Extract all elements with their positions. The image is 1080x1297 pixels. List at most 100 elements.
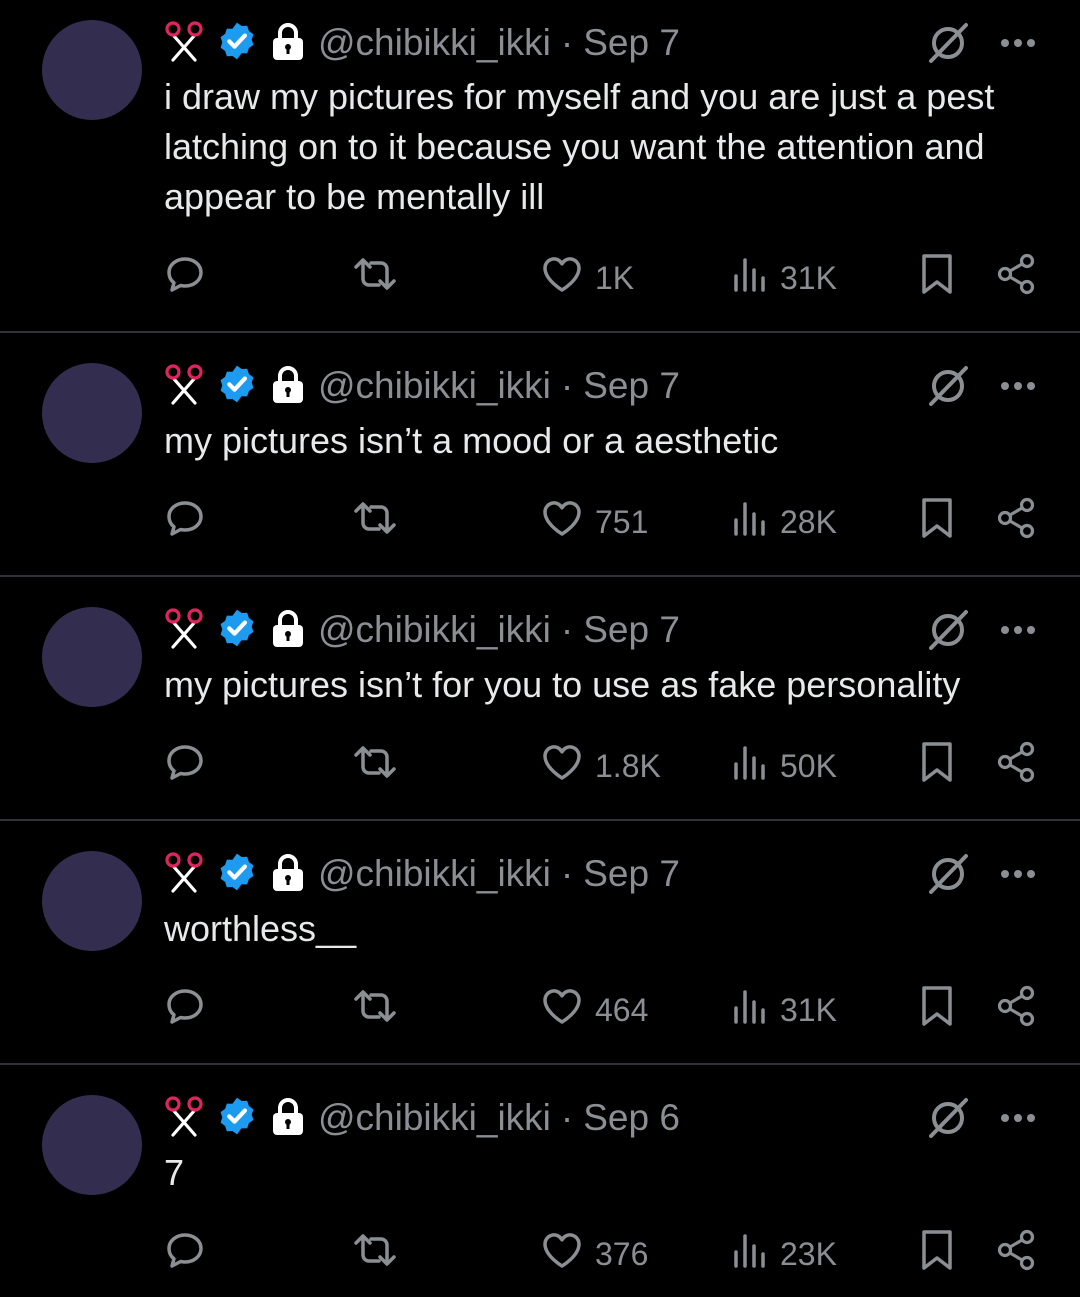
verified-badge-icon[interactable]	[216, 851, 258, 898]
tweet[interactable]: @chibikki_ikki · Sep 7 my pictures isn’t…	[0, 577, 1080, 821]
tweet[interactable]: @chibikki_ikki · Sep 7 worthless__ 464 3…	[0, 821, 1080, 1065]
tweet[interactable]: @chibikki_ikki · Sep 6 7 376 23K	[0, 1065, 1080, 1297]
retweet-button[interactable]	[352, 253, 398, 303]
views-button[interactable]: 31K	[732, 253, 837, 303]
retweet-icon	[352, 253, 398, 303]
bookmark-button[interactable]	[919, 497, 955, 547]
separator: ·	[560, 609, 574, 650]
verified-badge-icon[interactable]	[216, 363, 258, 410]
tweet-date[interactable]: Sep 6	[583, 1097, 680, 1139]
more-icon[interactable]	[1000, 867, 1036, 885]
like-button[interactable]: 1K	[541, 253, 634, 303]
bookmark-button[interactable]	[919, 741, 955, 791]
lock-icon	[270, 364, 306, 409]
avatar[interactable]	[42, 363, 142, 463]
action-bar: 1.8K 50K	[0, 741, 1080, 791]
tweet-date[interactable]: Sep 7	[583, 22, 680, 64]
views-count: 50K	[780, 747, 837, 784]
verified-badge-icon[interactable]	[216, 1095, 258, 1142]
bookmark-icon	[919, 984, 955, 1036]
verified-badge-icon[interactable]	[216, 20, 258, 67]
tweet-text: 7	[164, 1152, 185, 1193]
more-icon[interactable]	[1000, 36, 1036, 54]
like-icon	[541, 254, 583, 302]
action-bar: 376 23K	[0, 1229, 1080, 1279]
like-count: 464	[595, 991, 649, 1028]
tweet-date[interactable]: Sep 7	[583, 609, 680, 651]
tweet[interactable]: @chibikki_ikki · Sep 7 my pictures isn’t…	[0, 333, 1080, 577]
action-bar: 464 31K	[0, 985, 1080, 1035]
action-bar: 1K 31K	[0, 253, 1080, 303]
like-count: 1.8K	[595, 747, 661, 784]
views-icon	[732, 254, 768, 302]
avatar[interactable]	[42, 851, 142, 951]
reply-icon	[164, 497, 206, 547]
bookmark-icon	[919, 740, 955, 792]
verified-badge-icon[interactable]	[216, 607, 258, 654]
reply-button[interactable]	[164, 497, 206, 547]
share-button[interactable]	[996, 253, 1036, 303]
share-icon	[996, 985, 1036, 1035]
bookmark-icon	[919, 252, 955, 304]
tweet[interactable]: @chibikki_ikki · Sep 7 i draw my picture…	[0, 0, 1080, 333]
more-icon[interactable]	[1000, 379, 1036, 397]
scissors-icon	[164, 19, 204, 68]
avatar[interactable]	[42, 607, 142, 707]
views-button[interactable]: 23K	[732, 1229, 837, 1279]
avatar[interactable]	[42, 20, 142, 120]
tweet-date[interactable]: Sep 7	[583, 853, 680, 895]
header-actions	[926, 20, 1036, 70]
share-button[interactable]	[996, 741, 1036, 791]
share-button[interactable]	[996, 985, 1036, 1035]
like-button[interactable]: 376	[541, 1229, 648, 1279]
tweet-text: i draw my pictures for myself and you ar…	[164, 76, 995, 217]
views-button[interactable]: 31K	[732, 985, 837, 1035]
more-icon[interactable]	[1000, 1111, 1036, 1129]
like-button[interactable]: 464	[541, 985, 648, 1035]
tweet-text: my pictures isn’t a mood or a aesthetic	[164, 420, 779, 461]
avatar[interactable]	[42, 1095, 142, 1195]
bookmark-icon	[919, 1228, 955, 1280]
reply-button[interactable]	[164, 1229, 206, 1279]
grok-icon[interactable]	[926, 608, 970, 657]
retweet-button[interactable]	[352, 741, 398, 791]
grok-icon[interactable]	[926, 852, 970, 901]
like-button[interactable]: 751	[541, 497, 648, 547]
tweet-header: @chibikki_ikki · Sep 7	[164, 605, 680, 655]
bookmark-button[interactable]	[919, 253, 955, 303]
share-button[interactable]	[996, 497, 1036, 547]
author-handle[interactable]: @chibikki_ikki	[318, 365, 551, 407]
retweet-button[interactable]	[352, 1229, 398, 1279]
author-handle[interactable]: @chibikki_ikki	[318, 609, 551, 651]
retweet-button[interactable]	[352, 497, 398, 547]
views-count: 28K	[780, 503, 837, 540]
reply-button[interactable]	[164, 253, 206, 303]
reply-button[interactable]	[164, 741, 206, 791]
bookmark-button[interactable]	[919, 985, 955, 1035]
like-button[interactable]: 1.8K	[541, 741, 661, 791]
reply-button[interactable]	[164, 985, 206, 1035]
tweet-text: worthless__	[164, 908, 357, 949]
retweet-button[interactable]	[352, 985, 398, 1035]
grok-icon[interactable]	[926, 364, 970, 413]
tweet-date[interactable]: Sep 7	[583, 365, 680, 407]
lock-icon	[270, 21, 306, 66]
share-button[interactable]	[996, 1229, 1036, 1279]
grok-icon[interactable]	[926, 1096, 970, 1145]
like-count: 376	[595, 1235, 649, 1272]
bookmark-button[interactable]	[919, 1229, 955, 1279]
like-icon	[541, 1230, 583, 1278]
more-icon[interactable]	[1000, 623, 1036, 641]
header-actions	[926, 1095, 1036, 1145]
reply-icon	[164, 741, 206, 791]
author-handle[interactable]: @chibikki_ikki	[318, 1097, 551, 1139]
header-actions	[926, 851, 1036, 901]
author-handle[interactable]: @chibikki_ikki	[318, 22, 551, 64]
views-count: 31K	[780, 991, 837, 1028]
grok-icon[interactable]	[926, 21, 970, 70]
separator: ·	[560, 1097, 574, 1138]
views-button[interactable]: 50K	[732, 741, 837, 791]
author-handle[interactable]: @chibikki_ikki	[318, 853, 551, 895]
views-button[interactable]: 28K	[732, 497, 837, 547]
timeline: @chibikki_ikki · Sep 7 i draw my picture…	[0, 0, 1080, 1297]
